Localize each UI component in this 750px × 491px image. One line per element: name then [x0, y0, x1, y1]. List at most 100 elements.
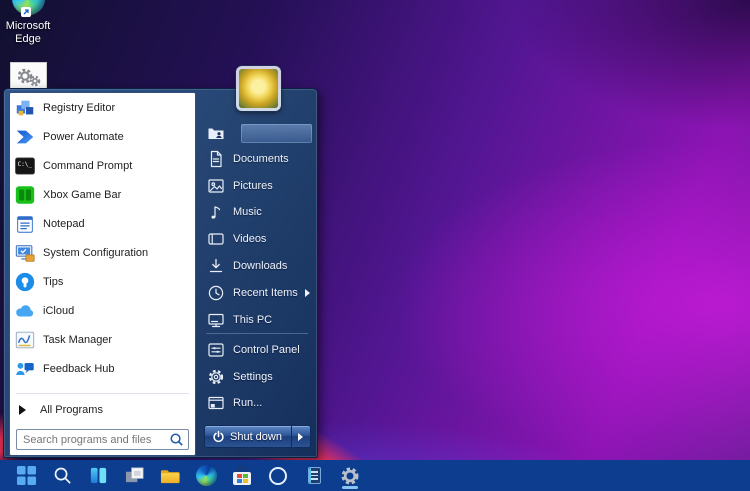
- desktop-icon-label: Microsoft Edge: [0, 20, 56, 46]
- menu-item-label: Control Panel: [233, 344, 300, 356]
- icloud-icon: [13, 299, 37, 323]
- menu-item-notepad[interactable]: Notepad: [10, 209, 195, 238]
- task-view-icon: [88, 465, 109, 486]
- menu-item-icloud[interactable]: iCloud: [10, 296, 195, 325]
- menu-item-label: Command Prompt: [43, 160, 132, 172]
- windows-logo-icon: [16, 465, 37, 486]
- menu-item-run[interactable]: Run...: [198, 390, 318, 416]
- user-folder-icon: [207, 124, 225, 142]
- menu-item-xbox-game-bar[interactable]: Xbox Game Bar: [10, 180, 195, 209]
- menu-item-videos[interactable]: Videos: [198, 226, 318, 252]
- gear-icon: [207, 368, 225, 386]
- user-avatar[interactable]: [236, 66, 281, 111]
- desktop-icon-microsoft-edge[interactable]: Microsoft Edge: [0, 0, 56, 62]
- windows-stack-icon: [124, 466, 145, 485]
- search-input[interactable]: [21, 433, 169, 447]
- menu-item-pictures[interactable]: Pictures: [198, 173, 318, 199]
- places-separator: [206, 333, 308, 334]
- menu-item-feedback-hub[interactable]: Feedback Hub: [10, 354, 195, 383]
- phone-link-icon: [308, 467, 321, 484]
- system-configuration-icon: [13, 241, 37, 265]
- start-menu-programs-panel: Registry Editor Power Automate C:\_ Comm…: [9, 92, 196, 456]
- windows-stack-button[interactable]: [122, 462, 146, 490]
- phone-link-button[interactable]: [302, 462, 326, 490]
- menu-item-label: Documents: [233, 153, 289, 165]
- monitor-icon: [207, 311, 225, 329]
- download-arrow-icon: [207, 257, 225, 275]
- menu-item-control-panel[interactable]: Control Panel: [198, 337, 318, 363]
- shutdown-control: Shut down: [204, 425, 311, 448]
- xbox-game-bar-icon: [13, 183, 37, 207]
- menu-item-label: Power Automate: [43, 131, 124, 143]
- taskbar-search-button[interactable]: [50, 462, 74, 490]
- start-button[interactable]: [14, 462, 38, 490]
- menu-item-label: Task Manager: [43, 334, 112, 346]
- menu-item-settings[interactable]: Settings: [198, 364, 318, 390]
- cortana-icon: [269, 467, 287, 485]
- run-window-icon: [207, 394, 225, 412]
- clock-icon: [207, 284, 225, 302]
- task-view-button[interactable]: [86, 462, 110, 490]
- taskbar: [0, 460, 750, 491]
- all-programs-button[interactable]: All Programs: [10, 396, 195, 423]
- cortana-button[interactable]: [266, 462, 290, 490]
- shortcut-arrow-icon: [21, 7, 31, 17]
- search-icon: [52, 465, 73, 486]
- menu-item-this-pc[interactable]: This PC: [198, 307, 318, 333]
- edge-button[interactable]: [194, 462, 218, 490]
- task-manager-icon: [13, 328, 37, 352]
- menu-item-power-automate[interactable]: Power Automate: [10, 122, 195, 151]
- menu-item-label: Xbox Game Bar: [43, 189, 121, 201]
- video-icon: [207, 230, 225, 248]
- menu-item-user[interactable]: [198, 120, 318, 146]
- menu-item-system-configuration[interactable]: System Configuration: [10, 238, 195, 267]
- submenu-arrow-icon: [305, 289, 310, 297]
- store-button[interactable]: [230, 462, 254, 490]
- all-programs-arrow-icon: [19, 405, 26, 415]
- menu-item-label: Feedback Hub: [43, 363, 115, 375]
- menu-item-downloads[interactable]: Downloads: [198, 253, 318, 279]
- active-app-indicator: [342, 486, 358, 489]
- svg-text:C:\_: C:\_: [18, 161, 33, 168]
- shutdown-options-button[interactable]: [292, 425, 311, 448]
- menu-item-label: System Configuration: [43, 247, 148, 259]
- menu-item-task-manager[interactable]: Task Manager: [10, 325, 195, 354]
- shutdown-button[interactable]: Shut down: [204, 425, 292, 448]
- command-prompt-icon: C:\_: [13, 154, 37, 178]
- menu-item-recent-items[interactable]: Recent Items: [198, 280, 318, 306]
- registry-editor-icon: [13, 96, 37, 120]
- menu-item-label: Pictures: [233, 180, 273, 192]
- all-programs-label: All Programs: [40, 404, 103, 416]
- folder-icon: [159, 465, 182, 486]
- file-explorer-button[interactable]: [158, 462, 182, 490]
- start-menu-places-panel: Documents Pictures Music Videos: [198, 89, 318, 457]
- gear-icon: [339, 465, 361, 487]
- menu-item-command-prompt[interactable]: C:\_ Command Prompt: [10, 151, 195, 180]
- avatar-photo: [239, 69, 278, 108]
- music-note-icon: [207, 203, 225, 221]
- feedback-hub-icon: [13, 357, 37, 381]
- start-menu: Registry Editor Power Automate C:\_ Comm…: [3, 88, 318, 458]
- menu-item-label: Run...: [233, 397, 262, 409]
- menu-item-label: Settings: [233, 371, 273, 383]
- desktop-icon-gear-app[interactable]: [10, 62, 47, 90]
- edge-icon: [196, 465, 217, 486]
- menu-item-label: Recent Items: [233, 287, 298, 299]
- sliders-icon: [207, 341, 225, 359]
- picture-icon: [207, 177, 225, 195]
- menu-item-label: iCloud: [43, 305, 74, 317]
- document-icon: [207, 150, 225, 168]
- search-icon: [169, 432, 184, 447]
- settings-button[interactable]: [338, 462, 362, 490]
- gears-icon: [14, 66, 44, 88]
- menu-item-label: Downloads: [233, 260, 287, 272]
- menu-item-tips[interactable]: Tips: [10, 267, 195, 296]
- menu-item-music[interactable]: Music: [198, 199, 318, 225]
- menu-item-label: This PC: [233, 314, 272, 326]
- menu-item-documents[interactable]: Documents: [198, 146, 318, 172]
- menu-item-label: Music: [233, 206, 262, 218]
- menu-item-label: Videos: [233, 233, 266, 245]
- menu-item-registry-editor[interactable]: Registry Editor: [10, 93, 195, 122]
- user-name-field: [241, 124, 312, 143]
- notepad-icon: [13, 212, 37, 236]
